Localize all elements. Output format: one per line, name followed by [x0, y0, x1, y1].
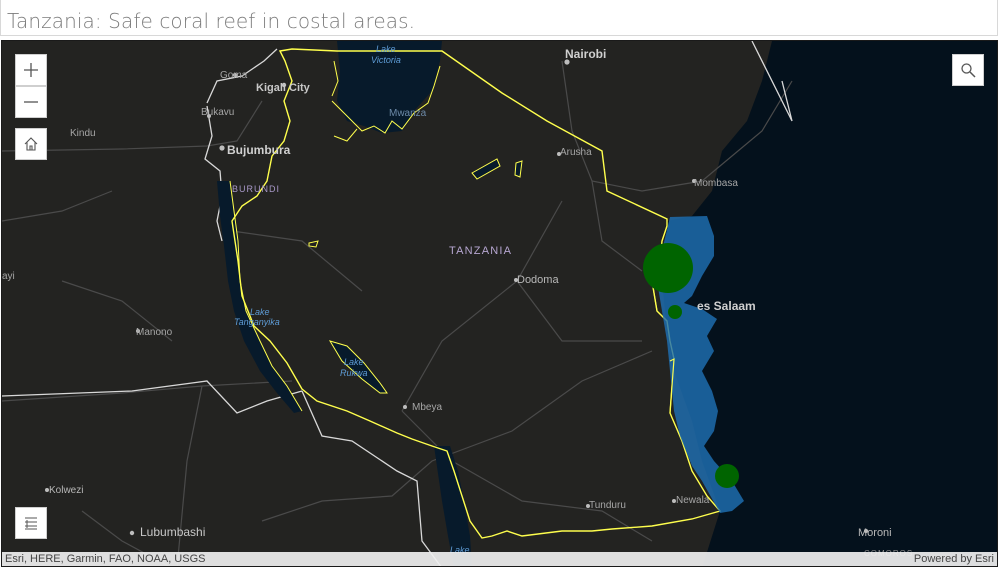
plus-icon — [24, 63, 38, 77]
label-moroni: Moroni — [858, 527, 892, 539]
label-mbeya: Mbeya — [412, 402, 442, 413]
reef-point-tanga[interactable] — [643, 243, 693, 293]
basemap-svg[interactable]: TANZANIA BURUNDI Lake Victoria Mwanza La… — [2, 41, 998, 567]
label-ayi: ayi — [2, 271, 15, 282]
label-mombasa: Mombasa — [694, 178, 738, 189]
lake-tanganyika — [217, 181, 302, 413]
label-dar-es-salaam: es Salaam — [697, 299, 756, 313]
label-goma: Goma — [220, 70, 248, 81]
home-button[interactable] — [15, 128, 47, 160]
label-country: TANZANIA — [449, 245, 512, 257]
label-lake-tanganyika-2: Tanganyika — [234, 317, 280, 327]
label-arusha: Arusha — [560, 147, 592, 158]
minus-icon — [24, 101, 38, 103]
lake-manyara — [514, 160, 523, 178]
small-lake-west — [308, 240, 319, 248]
label-bukavu: Bukavu — [201, 107, 234, 118]
label-lake-victoria-1: Lake — [376, 44, 396, 54]
search-button[interactable] — [952, 54, 984, 86]
reef-point-dar[interactable] — [668, 305, 682, 319]
label-newala: Newala — [676, 495, 710, 506]
label-lake-tanganyika-1: Lake — [250, 307, 270, 317]
legend-list-icon — [25, 517, 37, 530]
legend-button[interactable] — [15, 507, 47, 539]
label-lake-victoria-2: Victoria — [371, 55, 401, 65]
label-burundi: BURUNDI — [232, 184, 280, 194]
label-lake-rukwa-1: Lake — [344, 357, 364, 367]
label-lubumbashi: Lubumbashi — [140, 525, 205, 539]
label-lake-rukwa-2: Rukwa — [340, 368, 368, 378]
label-tunduru: Tunduru — [589, 500, 626, 511]
zoom-in-button[interactable] — [15, 54, 47, 86]
attribution-bar: Esri, HERE, Garmin, FAO, NOAA, USGS Powe… — [2, 552, 997, 566]
label-mwanza: Mwanza — [389, 108, 427, 119]
title-bar: Tanzania: Safe coral reef in costal area… — [0, 0, 998, 36]
map-view[interactable]: TANZANIA BURUNDI Lake Victoria Mwanza La… — [1, 40, 998, 567]
reef-point-mtwara[interactable] — [715, 464, 739, 488]
label-nairobi: Nairobi — [565, 47, 606, 61]
label-dodoma: Dodoma — [517, 274, 559, 286]
zoom-out-button[interactable] — [15, 86, 47, 118]
label-kolwezi: Kolwezi — [49, 485, 83, 496]
search-icon — [961, 63, 976, 78]
label-bujumbura: Bujumbura — [227, 143, 291, 157]
label-manono: Manono — [136, 327, 173, 338]
label-kigali: Kigali City — [256, 82, 311, 94]
lake-rukwa — [330, 341, 387, 393]
attribution-sources[interactable]: Esri, HERE, Garmin, FAO, NOAA, USGS — [5, 552, 205, 566]
home-icon — [24, 137, 38, 151]
lake-eyasi — [471, 158, 501, 180]
label-kindu: Kindu — [70, 128, 96, 139]
tanzania-border — [231, 48, 722, 539]
page-title: Tanzania: Safe coral reef in costal area… — [7, 9, 416, 33]
powered-by-esri[interactable]: Powered by Esri — [914, 552, 994, 566]
